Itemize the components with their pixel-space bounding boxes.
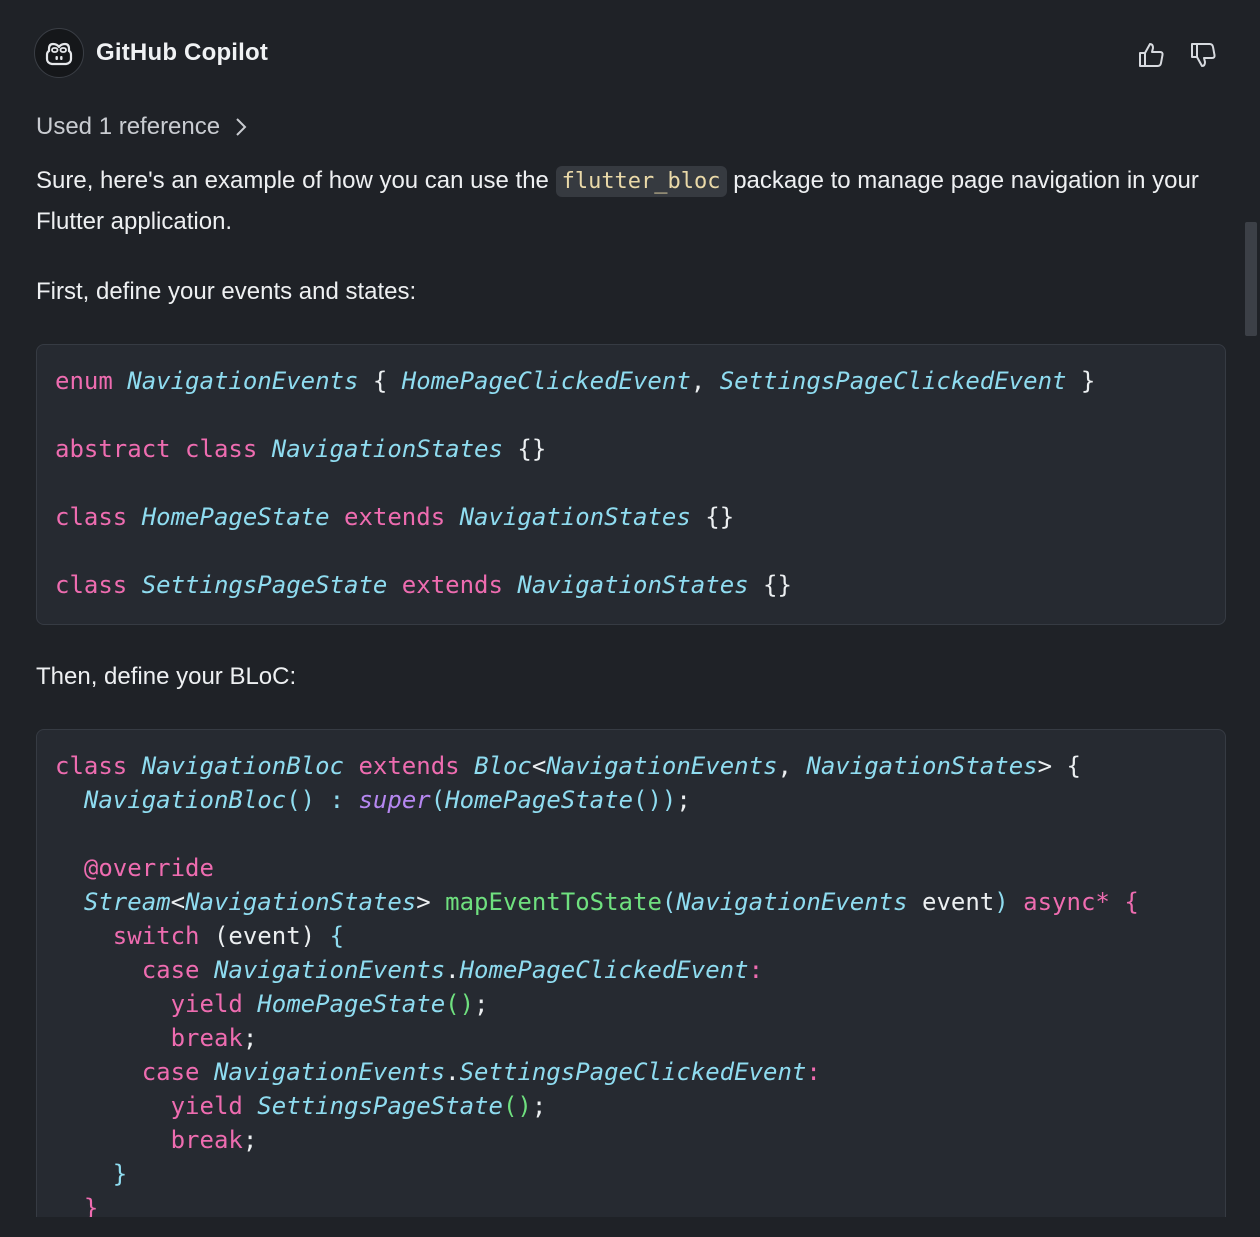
code-line: yield HomePageState(); <box>170 990 489 1018</box>
code-line: } <box>112 1160 128 1188</box>
code-line: case NavigationEvents.HomePageClickedEve… <box>141 956 764 984</box>
code-line: enum NavigationEvents { HomePageClickedE… <box>55 367 1096 395</box>
references-label: Used 1 reference <box>36 113 221 140</box>
code-line: switch (event) { <box>112 922 345 950</box>
code-line: class NavigationBloc extends Bloc<Naviga… <box>55 752 1081 780</box>
code-line: break; <box>170 1024 258 1052</box>
chat-header: GitHub Copilot <box>34 28 1226 80</box>
code-line: class SettingsPageState extends Navigati… <box>55 571 792 599</box>
code-line: yield SettingsPageState(); <box>170 1092 547 1120</box>
inline-code-package: flutter_bloc <box>555 166 727 197</box>
thumbs-down-button[interactable] <box>1186 38 1220 72</box>
code-line: case NavigationEvents.SettingsPageClicke… <box>141 1058 821 1086</box>
assistant-name: GitHub Copilot <box>96 39 269 66</box>
copilot-avatar <box>34 28 84 78</box>
scrollbar-thumb[interactable] <box>1245 222 1257 336</box>
copilot-icon <box>45 42 73 66</box>
code-line: Stream<NavigationStates> mapEventToState… <box>83 888 1139 916</box>
references-toggle[interactable]: Used 1 reference <box>36 113 248 141</box>
step2-text: Then, define your BLoC: <box>36 663 297 690</box>
viewport-bottom-edge <box>0 1217 1260 1237</box>
code-line: abstract class NavigationStates {} <box>55 435 547 463</box>
step1-text: First, define your events and states: <box>36 278 417 305</box>
code-line: NavigationBloc() : super(HomePageState()… <box>83 786 691 814</box>
intro-text-start: Sure, here's an example of how you can u… <box>36 167 549 194</box>
thumbs-up-icon <box>1139 43 1164 67</box>
code-line: class HomePageState extends NavigationSt… <box>55 503 735 531</box>
thumbs-down-icon <box>1191 43 1216 67</box>
thumbs-up-button[interactable] <box>1134 38 1168 72</box>
code-block-bloc[interactable]: class NavigationBloc extends Bloc<Naviga… <box>36 729 1226 1237</box>
intro-paragraph: Sure, here's an example of how you can u… <box>36 161 1216 242</box>
chevron-right-icon <box>234 116 248 138</box>
code-line: @override <box>83 854 214 882</box>
code-line: break; <box>170 1126 258 1154</box>
code-block-events-states[interactable]: enum NavigationEvents { HomePageClickedE… <box>36 344 1226 625</box>
